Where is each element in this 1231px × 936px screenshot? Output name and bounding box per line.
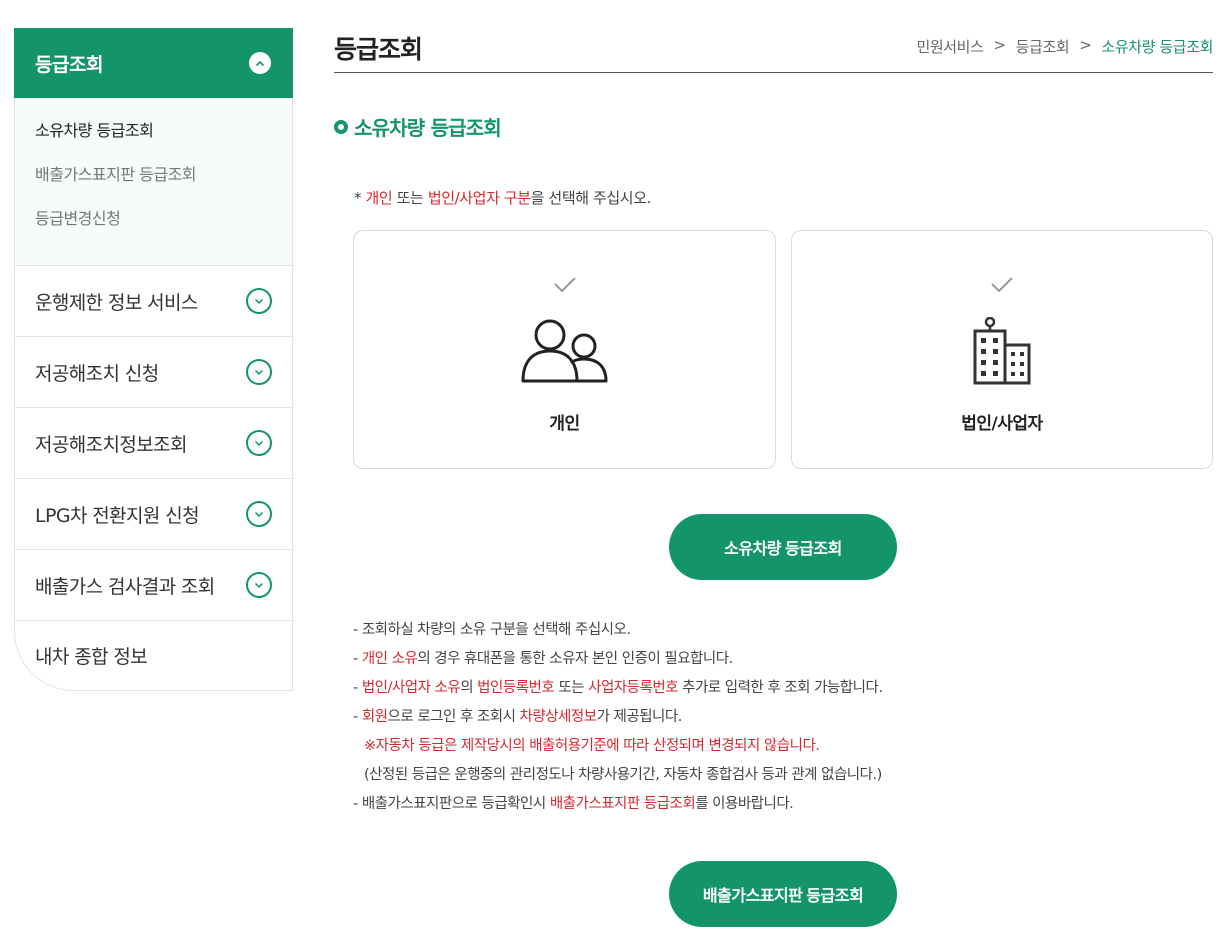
guide-text: 의 bbox=[460, 680, 478, 696]
notice-prefix: * bbox=[354, 189, 366, 207]
notice-highlight-person: 개인 bbox=[365, 189, 393, 207]
guide-line: - 법인/사업자 소유의 법인등록번호 또는 사업자등록번호 추가로 입력한 후… bbox=[353, 676, 883, 705]
guide-dash: - bbox=[353, 680, 362, 696]
building-icon bbox=[972, 316, 1032, 389]
submenu-item-owned-vehicle[interactable]: 소유차량 등급조회 bbox=[35, 117, 292, 161]
owner-type-card-corporation[interactable]: 법인/사업자 bbox=[791, 230, 1213, 469]
breadcrumb-home[interactable]: 민원서비스 bbox=[916, 36, 983, 57]
chevron-up-icon[interactable] bbox=[249, 52, 271, 74]
guide-highlight: 회원 bbox=[361, 709, 388, 725]
chevron-down-icon[interactable] bbox=[246, 572, 272, 598]
guide-text: 가 제공됩니다. bbox=[596, 709, 683, 725]
guide-line: - 배출가스표지판으로 등급확인시 배출가스표지판 등급조회를 이용바랍니다. bbox=[353, 792, 882, 821]
guide-text: - 배출가스표지판으로 등급확인시 bbox=[353, 796, 550, 812]
guide-line: - 조회하실 차량의 소유 구분을 선택해 주십시오. bbox=[353, 622, 631, 638]
guide-warning: ※자동차 등급은 제작당시의 배출허용기준에 따라 산정되며 변경되지 않습니다… bbox=[364, 738, 820, 754]
guide-highlight: 법인등록번호 bbox=[477, 680, 555, 696]
guide-highlight: 차량상세정보 bbox=[519, 709, 598, 725]
sidebar-item-label: 운행제한 정보 서비스 bbox=[35, 291, 198, 314]
chevron-down-icon[interactable] bbox=[246, 288, 272, 314]
emission-sign-grade-lookup-button[interactable]: 배출가스표지판 등급조회 bbox=[669, 861, 897, 927]
sidebar-item-my-car-info[interactable]: 내차 종합 정보 bbox=[14, 620, 293, 691]
sidebar-submenu: 소유차량 등급조회 배출가스표지판 등급조회 등급변경신청 bbox=[14, 98, 293, 265]
guide-line: - 개인 소유의 경우 휴대폰을 통한 소유자 본인 인증이 필요합니다. bbox=[353, 647, 882, 676]
chevron-down-icon[interactable] bbox=[246, 359, 272, 385]
check-icon bbox=[553, 275, 577, 297]
guide-text: 를 이용바랍니다. bbox=[695, 796, 794, 812]
page-title: 등급조회 bbox=[334, 35, 423, 64]
guide-note: (산정된 등급은 운행중의 관리정도나 차량사용기간, 자동차 종합검사 등과 … bbox=[364, 767, 882, 783]
sidebar-item-label: 저공해조치정보조회 bbox=[35, 433, 188, 456]
notice-highlight-corp: 법인/사업자 구분 bbox=[427, 189, 531, 207]
sidebar-item-label: 배출가스 검사결과 조회 bbox=[35, 575, 215, 598]
breadcrumb-separator: > bbox=[993, 36, 1006, 54]
breadcrumb-grade-lookup[interactable]: 등급조회 bbox=[1016, 36, 1070, 57]
sidebar-item-label: 저공해조치 신청 bbox=[35, 362, 159, 385]
sidebar: 등급조회 소유차량 등급조회 배출가스표지판 등급조회 등급변경신청 운행제한 … bbox=[14, 28, 293, 691]
card-label-person: 개인 bbox=[549, 414, 580, 434]
sidebar-item-emission-inspection[interactable]: 배출가스 검사결과 조회 bbox=[14, 549, 293, 620]
sidebar-header-grade-lookup[interactable]: 등급조회 bbox=[14, 28, 293, 98]
sidebar-item-low-emission-apply[interactable]: 저공해조치 신청 bbox=[14, 336, 293, 407]
check-icon bbox=[990, 275, 1014, 297]
submenu-item-grade-change[interactable]: 등급변경신청 bbox=[35, 205, 292, 249]
guide-highlight: 사업자등록번호 bbox=[588, 680, 679, 696]
breadcrumb: 민원서비스 > 등급조회 > 소유차량 등급조회 bbox=[916, 36, 1213, 57]
people-icon bbox=[521, 317, 609, 389]
guide-highlight: 법인/사업자 소유 bbox=[361, 680, 461, 696]
guide-dash: - bbox=[353, 651, 362, 667]
section-title: 소유차량 등급조회 bbox=[334, 112, 502, 141]
sidebar-item-lpg-conversion[interactable]: LPG차 전환지원 신청 bbox=[14, 478, 293, 549]
submenu-item-emission-sign[interactable]: 배출가스표지판 등급조회 bbox=[35, 161, 292, 205]
breadcrumb-current: 소유차량 등급조회 bbox=[1101, 38, 1213, 56]
sidebar-item-operation-restriction[interactable]: 운행제한 정보 서비스 bbox=[14, 265, 293, 336]
guide-highlight: 개인 소유 bbox=[361, 651, 418, 667]
guide-list: - 조회하실 차량의 소유 구분을 선택해 주십시오. - 개인 소유의 경우 … bbox=[353, 618, 883, 821]
guide-line: - 회원으로 로그인 후 조회시 차량상세정보가 제공됩니다. bbox=[353, 705, 882, 734]
sidebar-item-low-emission-info[interactable]: 저공해조치정보조회 bbox=[14, 407, 293, 478]
guide-dash: - bbox=[353, 709, 362, 725]
guide-text: 또는 bbox=[554, 680, 589, 696]
sidebar-item-label: LPG차 전환지원 신청 bbox=[35, 504, 200, 527]
guide-text: 으로 로그인 후 조회시 bbox=[387, 709, 520, 725]
bullet-ring-icon bbox=[334, 119, 348, 134]
section-title-text: 소유차량 등급조회 bbox=[354, 116, 502, 140]
chevron-down-icon[interactable] bbox=[246, 430, 272, 456]
notice-text: 또는 bbox=[392, 189, 428, 207]
breadcrumb-separator: > bbox=[1079, 36, 1092, 54]
notice-text: 을 선택해 주십시오. bbox=[530, 189, 652, 207]
sidebar-item-label: 내차 종합 정보 bbox=[35, 646, 148, 668]
guide-text: 의 경우 휴대폰을 통한 소유자 본인 인증이 필요합니다. bbox=[417, 651, 733, 667]
guide-text: 추가로 입력한 후 조회 가능합니다. bbox=[678, 680, 883, 696]
selection-notice: * 개인 또는 법인/사업자 구분을 선택해 주십시오. bbox=[354, 187, 651, 208]
chevron-down-icon[interactable] bbox=[246, 501, 272, 527]
owned-vehicle-grade-lookup-button[interactable]: 소유차량 등급조회 bbox=[669, 514, 897, 580]
guide-highlight-link: 배출가스표지판 등급조회 bbox=[549, 796, 696, 812]
owner-type-card-person[interactable]: 개인 bbox=[353, 230, 776, 469]
sidebar-header-label: 등급조회 bbox=[35, 53, 103, 76]
card-label-corporation: 법인/사업자 bbox=[961, 414, 1043, 434]
header-divider bbox=[334, 72, 1213, 73]
